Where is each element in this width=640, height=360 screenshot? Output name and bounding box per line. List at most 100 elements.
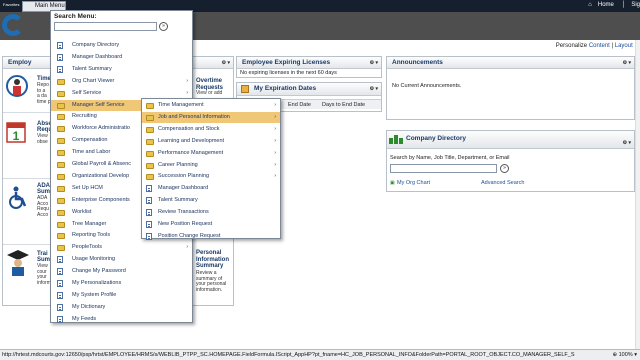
expiring-licenses-pagelet: Employee Expiring Licenses ⚙ ▾ No expirin… <box>236 56 382 78</box>
pagelet-title: Company Directory <box>406 135 466 142</box>
pagelet-menu-icon[interactable]: ⚙ ▾ <box>623 58 631 69</box>
menu-item-label: Org Chart Viewer <box>72 77 115 84</box>
menu-item-label: Learning and Development <box>158 137 225 144</box>
menu-search-go-button[interactable]: » <box>159 22 168 31</box>
menu-item[interactable]: Talent Summary <box>51 64 192 75</box>
document-icon <box>146 209 152 217</box>
favorites-label: Favorites <box>3 2 20 7</box>
folder-icon <box>57 150 65 157</box>
calendar-icon: 1 <box>6 122 26 143</box>
menu-item[interactable]: My Feeds <box>51 314 192 325</box>
menu-item[interactable]: Org Chart Viewer › <box>51 76 192 87</box>
advanced-search-link[interactable]: Advanced Search <box>481 180 524 186</box>
folder-icon <box>57 126 65 133</box>
folder-icon <box>57 173 65 180</box>
menu-item[interactable]: Performance Management › <box>142 148 280 159</box>
menu-item[interactable]: Manager Dashboard <box>142 183 280 194</box>
pagelet-menu-icon[interactable]: ⚙ ▾ <box>222 58 230 69</box>
menu-item-label: Manager Dashboard <box>72 53 123 60</box>
search-go-button[interactable]: » <box>500 164 509 173</box>
document-icon <box>57 53 63 61</box>
menu-item[interactable]: My Dictionary <box>51 302 192 313</box>
menu-item-label: Review Transactions <box>158 209 209 216</box>
menu-item-label: Time and Labor <box>72 149 111 156</box>
menu-item[interactable]: My System Profile <box>51 290 192 301</box>
menu-item-label: Reporting Tools <box>72 232 111 239</box>
status-bar: http://hrtest.mdcourts.gov:12650/psp/hrt… <box>0 349 640 360</box>
pagelet-menu-icon[interactable]: ⚙ ▾ <box>370 84 378 95</box>
menu-item[interactable]: My Personalizations <box>51 278 192 289</box>
home-icon: ⌂ <box>588 2 592 8</box>
pagelet-menu-icon[interactable]: ⚙ ▾ <box>370 58 378 69</box>
menu-item[interactable]: Succession Planning › <box>142 171 280 182</box>
menu-item[interactable]: Company Directory <box>51 40 192 51</box>
org-chart-link[interactable]: My Org Chart <box>397 180 430 186</box>
menu-item[interactable]: Time Management › <box>142 100 280 111</box>
document-icon <box>57 65 63 73</box>
folder-icon <box>57 221 65 228</box>
pagelet-header: Company Directory ⚙ ▾ <box>387 131 634 149</box>
document-icon <box>57 280 63 287</box>
folder-icon <box>57 114 65 121</box>
menu-item[interactable]: New Position Request <box>142 219 280 230</box>
overtime-item-desc: View or add <box>196 90 223 96</box>
document-icon <box>57 268 63 276</box>
menu-item-label: Global Payroll & Absenc <box>72 161 132 167</box>
menu-item[interactable]: Talent Summary <box>142 195 280 206</box>
divider <box>3 178 55 179</box>
announcements-empty-text: No Current Announcements. <box>392 83 462 89</box>
personalize-layout-link[interactable]: Layout <box>615 43 633 49</box>
personal-info-item-desc: Review a summary of your personal inform… <box>196 270 227 293</box>
document-icon <box>146 197 152 205</box>
logo <box>2 14 24 36</box>
folder-icon <box>57 185 65 192</box>
menu-search-input[interactable] <box>54 22 157 31</box>
personalize-content-link[interactable]: Content <box>589 43 610 49</box>
menu-item[interactable]: Manager Dashboard <box>51 52 192 63</box>
org-chart-icon: ▣ <box>390 180 395 186</box>
chevron-right-icon: › <box>186 77 188 84</box>
menu-item[interactable]: PeopleTools › <box>51 242 192 253</box>
vertical-scrollbar[interactable] <box>635 40 640 349</box>
expiring-empty-text: No expiring licenses in the next 60 days <box>240 70 337 76</box>
menu-item-label: PeopleTools <box>72 244 102 251</box>
folder-icon <box>57 209 65 216</box>
menu-item[interactable]: Compensation and Stock › <box>142 124 280 135</box>
pagelet-header: Announcements ⚙ ▾ <box>387 57 634 69</box>
menu-item-label: My Personalizations <box>72 280 122 286</box>
main-menu-label: Main Menu <box>35 3 65 9</box>
document-icon <box>57 256 63 264</box>
menu-item-label: Position Change Request <box>158 232 221 239</box>
menu-item[interactable]: Usage Monitoring <box>51 254 192 265</box>
menu-item[interactable]: Job and Personal Information › <box>142 111 280 123</box>
menu-item[interactable]: Review Transactions <box>142 207 280 218</box>
company-directory-pagelet: Company Directory ⚙ ▾ Search by Name, Jo… <box>386 130 635 192</box>
announcements-pagelet: Announcements ⚙ ▾ No Current Announcement… <box>386 56 635 120</box>
column-header: End Date <box>288 102 311 108</box>
menu-item[interactable]: Position Change Request <box>142 231 280 242</box>
people-icon <box>389 135 403 144</box>
chevron-right-icon: › <box>274 161 276 168</box>
menu-item[interactable]: Learning and Development › <box>142 136 280 147</box>
menu-item[interactable]: Self Service › <box>51 88 192 99</box>
document-icon <box>57 42 63 49</box>
personal-info-item-title[interactable]: Personal Information Summary <box>196 250 229 270</box>
menu-item[interactable]: Change My Password <box>51 266 192 277</box>
folder-icon <box>146 114 154 121</box>
document-icon <box>57 291 63 299</box>
directory-search-input[interactable] <box>390 164 497 173</box>
home-link[interactable]: Home <box>598 2 614 8</box>
pagelet-menu-icon[interactable]: ⚙ ▾ <box>623 135 631 151</box>
chevron-right-icon: › <box>274 125 276 132</box>
pagelet-title: Employ <box>8 59 32 66</box>
directory-search-label: Search by Name, Job Title, Department, o… <box>390 155 510 161</box>
zoom-value: 100% <box>618 352 633 358</box>
folder-icon <box>57 78 65 85</box>
calendar-icon <box>241 85 249 93</box>
sign-out-link[interactable]: Sig <box>631 2 640 8</box>
zoom-level[interactable]: ⊕ 100% ▾ <box>612 350 637 360</box>
menu-item-label: Enterprise Components <box>72 196 130 203</box>
menu-item[interactable]: Career Planning › <box>142 160 280 171</box>
pagelet-title: Announcements <box>392 59 443 66</box>
divider <box>3 244 55 245</box>
